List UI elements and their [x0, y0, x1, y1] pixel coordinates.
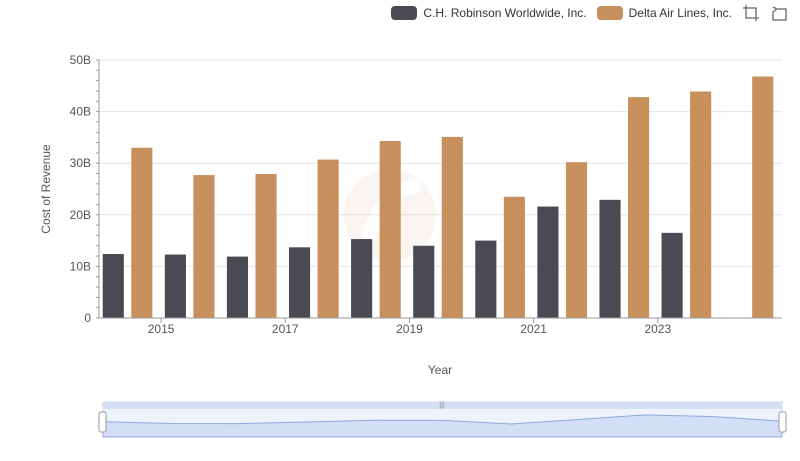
- bars: [102, 76, 774, 319]
- zoom-slider[interactable]: |||: [98, 401, 787, 438]
- bar-ch-robinson-2021[interactable]: [537, 206, 559, 318]
- y-tick-label: 50B: [70, 53, 91, 67]
- bar-delta-2015[interactable]: [193, 175, 215, 318]
- zoom-handle-left[interactable]: [98, 411, 107, 433]
- zoom-grip-icon[interactable]: |||: [439, 402, 445, 409]
- bar-ch-robinson-2018[interactable]: [351, 239, 373, 318]
- bar-delta-2021[interactable]: [565, 162, 588, 318]
- chart: 0 10B 20B 30B 40B 50B 2015 2017 2019 2021 2023 Yea…: [39, 53, 787, 438]
- bar-ch-robinson-2022[interactable]: [599, 199, 621, 318]
- x-tick-label: 2015: [148, 322, 175, 336]
- x-axis-title: Year: [428, 363, 452, 377]
- y-axis-title: Cost of Revenue: [39, 144, 53, 234]
- y-tick-label: 0: [84, 311, 91, 325]
- x-tick-label: 2019: [396, 322, 423, 336]
- x-tick-label: 2023: [644, 322, 671, 336]
- bar-delta-2016[interactable]: [255, 174, 277, 318]
- x-tick-label: 2017: [272, 322, 299, 336]
- bar-delta-2024[interactable]: [752, 76, 774, 319]
- y-tick-label: 30B: [70, 156, 91, 170]
- bar-delta-2014[interactable]: [131, 147, 153, 318]
- bar-delta-2020[interactable]: [503, 196, 525, 318]
- bar-ch-robinson-2014[interactable]: [102, 254, 124, 318]
- bar-delta-2023[interactable]: [690, 91, 712, 318]
- y-tick-label: 20B: [70, 208, 91, 222]
- bar-ch-robinson-2019[interactable]: [413, 245, 435, 318]
- y-tick-label: 40B: [70, 105, 91, 119]
- bar-delta-2022[interactable]: [628, 97, 650, 318]
- bar-ch-robinson-2017[interactable]: [288, 247, 311, 318]
- bar-ch-robinson-2015[interactable]: [164, 254, 186, 318]
- bar-ch-robinson-2023[interactable]: [661, 232, 683, 318]
- zoom-handle-right[interactable]: [778, 411, 787, 433]
- bar-ch-robinson-2020[interactable]: [475, 240, 497, 318]
- bar-delta-2018[interactable]: [379, 141, 401, 318]
- bar-ch-robinson-2016[interactable]: [226, 256, 249, 318]
- bar-delta-2017[interactable]: [317, 159, 339, 318]
- y-tick-label: 10B: [70, 259, 91, 273]
- x-tick-label: 2021: [520, 322, 547, 336]
- bar-delta-2019[interactable]: [441, 136, 463, 318]
